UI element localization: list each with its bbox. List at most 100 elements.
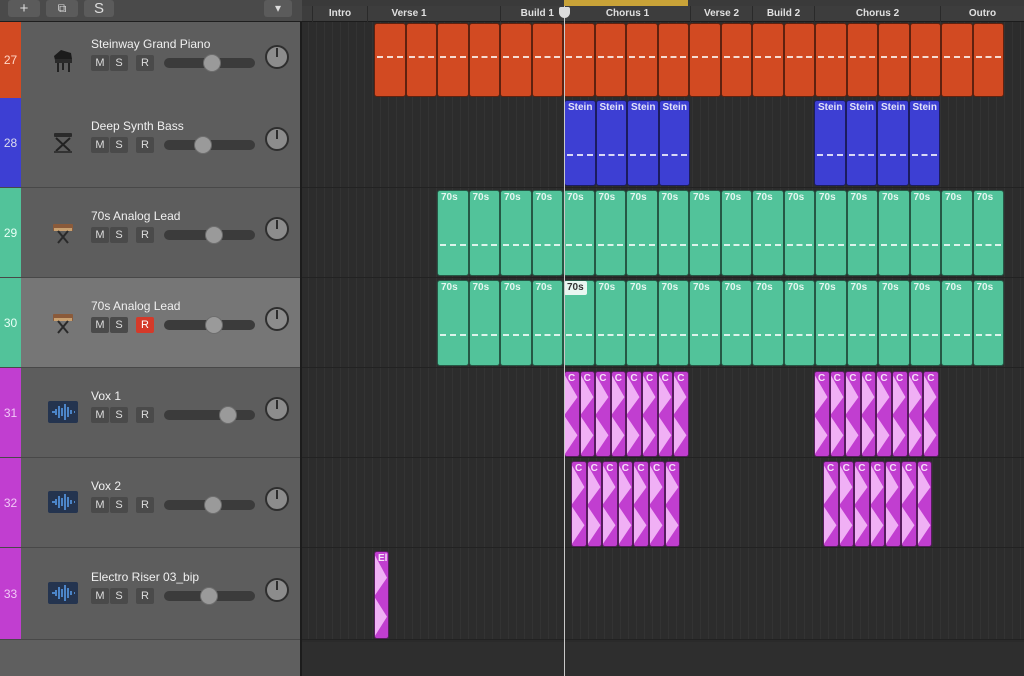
audio-region[interactable]: C [657, 371, 674, 457]
midi-region[interactable]: 70s [878, 190, 910, 276]
mute-button[interactable]: M [91, 137, 109, 153]
midi-region[interactable]: 70s [941, 190, 973, 276]
volume-slider[interactable] [164, 226, 255, 244]
midi-region[interactable] [752, 23, 784, 97]
audio-region[interactable]: C [571, 461, 587, 547]
midi-region[interactable]: 70s [941, 280, 973, 366]
track-header[interactable]: 31 Vox 1 M S R [0, 368, 300, 458]
pan-knob[interactable] [265, 217, 289, 241]
midi-region[interactable] [437, 23, 469, 97]
midi-region[interactable]: 70s [531, 190, 563, 276]
midi-region[interactable]: 70s [594, 280, 626, 366]
track-header[interactable]: 30 70s Analog Lead M S R [0, 278, 300, 368]
midi-region[interactable]: 70s [689, 190, 721, 276]
volume-slider-handle[interactable] [203, 53, 222, 72]
midi-region[interactable]: Stein [627, 100, 659, 186]
solo-button[interactable]: S [110, 137, 128, 153]
midi-region[interactable] [941, 23, 973, 97]
midi-region[interactable]: 70s [909, 190, 941, 276]
track-lane[interactable]: Stein Stein Stein Stein Stein Stein Stein Stein [302, 98, 1024, 188]
record-enable-button[interactable]: R [136, 317, 154, 333]
midi-region[interactable]: 70s [783, 280, 815, 366]
volume-slider-handle[interactable] [194, 136, 213, 154]
midi-region[interactable] [594, 23, 626, 97]
midi-region[interactable] [563, 23, 595, 97]
track-name[interactable]: Electro Riser 03_bip [91, 570, 199, 584]
mute-button[interactable]: M [91, 317, 109, 333]
audio-region[interactable]: C [901, 461, 917, 547]
volume-slider-handle[interactable] [218, 406, 237, 424]
audio-region[interactable]: C [923, 371, 939, 457]
audio-region[interactable]: C [586, 461, 603, 547]
midi-region[interactable]: 70s [594, 190, 626, 276]
pan-knob[interactable] [265, 487, 289, 511]
pan-knob[interactable] [265, 397, 289, 421]
solo-button[interactable]: S [110, 54, 128, 71]
audio-region[interactable]: El [374, 551, 389, 639]
midi-region[interactable] [783, 23, 815, 97]
collapse-button[interactable]: ▾ [264, 0, 292, 17]
solo-button[interactable]: S [110, 588, 128, 604]
midi-region[interactable]: 70s [972, 280, 1004, 366]
audio-region[interactable]: C [814, 371, 830, 457]
track-lane[interactable]: El [302, 548, 1024, 640]
midi-region[interactable] [531, 23, 563, 97]
midi-region[interactable]: 70s [783, 190, 815, 276]
marker-outro[interactable]: Outro [940, 6, 1024, 22]
audio-region[interactable]: C [876, 371, 892, 457]
midi-region[interactable]: Stein [877, 100, 909, 186]
midi-region[interactable]: 70s [878, 280, 910, 366]
track-name[interactable]: Vox 2 [91, 479, 121, 493]
track-name[interactable]: Deep Synth Bass [91, 119, 184, 133]
volume-slider[interactable] [164, 53, 255, 72]
midi-region[interactable] [815, 23, 847, 97]
mute-button[interactable]: M [91, 227, 109, 243]
audio-region[interactable]: C [673, 371, 689, 457]
volume-slider[interactable] [164, 496, 255, 514]
midi-region[interactable]: 70s [720, 280, 752, 366]
volume-slider[interactable] [164, 406, 255, 424]
audio-region[interactable]: C [633, 461, 649, 547]
midi-region[interactable]: 70s [468, 280, 500, 366]
midi-region[interactable]: 70s [563, 280, 595, 366]
midi-region[interactable]: 70s [846, 280, 878, 366]
midi-region[interactable]: 70s [815, 280, 847, 366]
midi-region[interactable]: Stein [908, 100, 940, 186]
track-header[interactable]: 33 Electro Riser 03_bip M S R [0, 548, 300, 640]
midi-region[interactable]: 70s [437, 280, 469, 366]
midi-region[interactable] [878, 23, 910, 97]
midi-region[interactable] [500, 23, 532, 97]
volume-slider-handle[interactable] [205, 226, 224, 244]
midi-region[interactable] [374, 23, 406, 97]
track-header[interactable]: 29 70s Analog Lead M S R [0, 188, 300, 278]
audio-region[interactable]: C [602, 461, 618, 547]
smart-controls-button[interactable]: S [84, 0, 114, 17]
track-name[interactable]: 70s Analog Lead [91, 299, 180, 313]
track-name[interactable]: Vox 1 [91, 389, 121, 403]
audio-region[interactable]: C [845, 371, 861, 457]
audio-region[interactable]: C [907, 371, 924, 457]
audio-region[interactable]: C [869, 461, 886, 547]
volume-slider[interactable] [164, 316, 255, 334]
midi-region[interactable]: 70s [752, 190, 784, 276]
volume-slider-handle[interactable] [205, 316, 224, 334]
audio-region[interactable]: C [892, 371, 908, 457]
midi-region[interactable] [720, 23, 752, 97]
audio-region[interactable]: C [579, 371, 596, 457]
volume-slider-handle[interactable] [199, 587, 218, 605]
pan-knob[interactable] [265, 578, 289, 602]
midi-region[interactable] [468, 23, 500, 97]
playhead-line[interactable] [564, 6, 565, 676]
volume-slider[interactable] [164, 587, 255, 605]
midi-region[interactable]: 70s [437, 190, 469, 276]
midi-region[interactable] [626, 23, 658, 97]
midi-region[interactable]: 70s [689, 280, 721, 366]
midi-region[interactable]: 70s [846, 190, 878, 276]
midi-region[interactable] [405, 23, 437, 97]
track-lane[interactable]: 70s 70s 70s 70s 70s 70s 70s 70s 70s 70s 70s 70s 70s 7… [302, 188, 1024, 278]
track-name[interactable]: Steinway Grand Piano [91, 37, 210, 51]
midi-region[interactable]: 70s [815, 190, 847, 276]
track-name[interactable]: 70s Analog Lead [91, 209, 180, 223]
volume-slider[interactable] [164, 136, 255, 154]
track-lane[interactable]: 70s 70s 70s 70s 70s 70s 70s 70s 70s 70s 70s 70s 70s 7… [302, 278, 1024, 368]
